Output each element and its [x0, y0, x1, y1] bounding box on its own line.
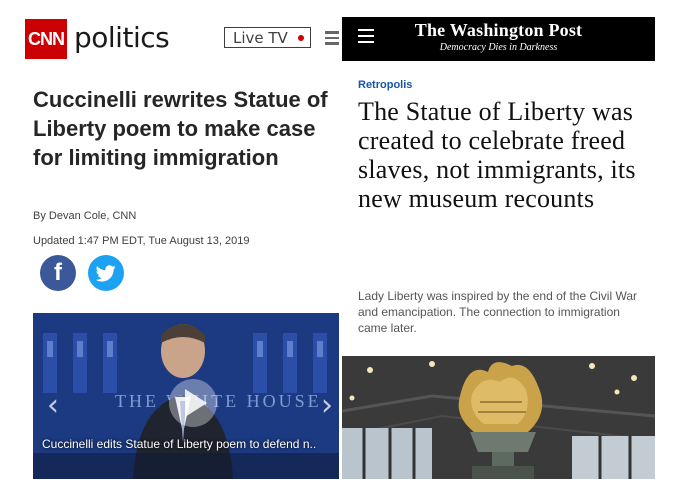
article-byline: By Devan Cole, CNN	[33, 210, 137, 222]
chevron-left-icon[interactable]: ‹	[47, 391, 59, 421]
video-player[interactable]: THE WHITE HOUSE ‹ › Cuccinelli edits Sta…	[33, 313, 339, 479]
video-caption: Cuccinelli edits Statue of Liberty poem …	[42, 437, 317, 451]
wapo-tagline: Democracy Dies in Darkness	[439, 42, 558, 53]
cnn-header: CNN politics Live TV	[22, 17, 339, 61]
facebook-icon: f	[54, 259, 62, 286]
video-thumbnail: THE WHITE HOUSE	[33, 313, 339, 479]
backdrop-text: THE WHITE HOUSE	[115, 391, 322, 411]
facebook-share-button[interactable]: f	[40, 255, 76, 291]
live-tv-button[interactable]: Live TV	[224, 27, 311, 48]
cnn-article-panel: CNN politics Live TV Cuccinelli rewrites…	[22, 17, 339, 479]
chevron-right-icon[interactable]: ›	[321, 391, 333, 421]
twitter-icon	[96, 264, 116, 281]
section-title[interactable]: politics	[74, 19, 170, 57]
wapo-header: The Washington Post Democracy Dies in Da…	[342, 17, 655, 61]
twitter-share-button[interactable]	[88, 255, 124, 291]
article-timestamp: Updated 1:47 PM EDT, Tue August 13, 2019	[33, 235, 250, 247]
wapo-masthead[interactable]: The Washington Post	[342, 20, 655, 41]
cnn-logo[interactable]: CNN	[25, 19, 67, 59]
section-kicker[interactable]: Retropolis	[358, 79, 412, 91]
live-tv-label: Live TV	[233, 28, 288, 47]
article-subheadline: Lady Liberty was inspired by the end of …	[358, 289, 638, 335]
hamburger-menu-icon[interactable]	[325, 31, 339, 48]
torch-photo	[342, 356, 655, 479]
live-indicator-icon	[297, 34, 304, 41]
wapo-article-panel: The Washington Post Democracy Dies in Da…	[342, 17, 655, 479]
article-headline: Cuccinelli rewrites Statue of Liberty po…	[33, 87, 328, 170]
article-headline: The Statue of Liberty was created to cel…	[358, 97, 636, 213]
